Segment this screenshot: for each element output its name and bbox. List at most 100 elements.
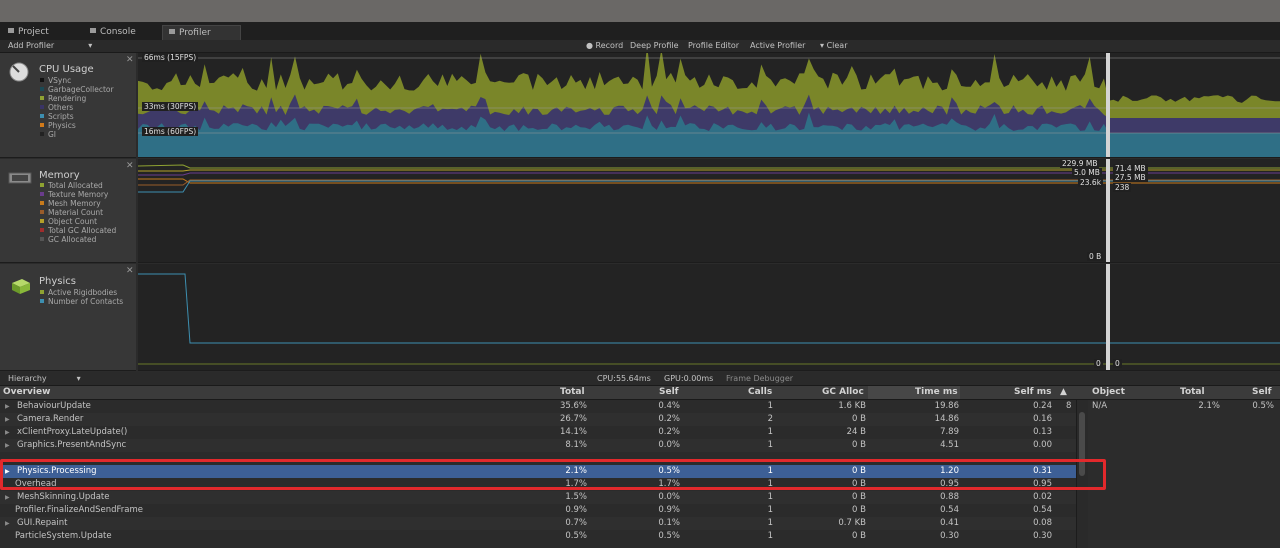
row-total: 0.5% [565, 531, 587, 541]
physics-line-chart [138, 264, 1280, 370]
legend-swatch [40, 228, 44, 232]
row-extra: 8 [1066, 401, 1072, 411]
table-row[interactable]: ▶ GUI.Repaint 0.7% 0.1% 1 0.7 KB 0.41 0.08 [0, 517, 1076, 530]
sort-ascending-icon[interactable]: ▲ [1060, 387, 1067, 397]
close-icon[interactable]: ✕ [126, 266, 134, 276]
clear-button[interactable]: ▾ Clear [820, 41, 847, 50]
table-row[interactable]: ▶ xClientProxy.LateUpdate() 14.1% 0.2% 1 24 B… [0, 426, 1076, 439]
record-button[interactable]: ● Record [586, 41, 623, 50]
legend-item[interactable]: Physics [40, 121, 114, 130]
row-gc: 0.7 KB [838, 518, 866, 528]
legend-item[interactable]: Material Count [40, 208, 116, 217]
legend-item[interactable]: Texture Memory [40, 190, 116, 199]
legend-item[interactable]: Others [40, 103, 114, 112]
legend-item[interactable]: Active Rigidbodies [40, 288, 123, 297]
selection-highlight-box [0, 459, 1106, 490]
legend-item[interactable]: Total GC Allocated [40, 226, 116, 235]
expand-arrow-icon[interactable]: ▶ [5, 491, 10, 504]
table-row[interactable]: ▶ BehaviourUpdate 35.6% 0.4% 1 1.6 KB 19.86 0.2… [0, 400, 1076, 413]
folder-icon [8, 28, 14, 33]
chevron-down-icon: ▾ [88, 41, 93, 50]
tab-profiler[interactable]: Profiler [162, 25, 241, 40]
cpu-usage-panel[interactable]: CPU Usage ✕ VSync GarbageCollector Renderi… [0, 53, 136, 158]
row-time: 0.88 [940, 492, 959, 502]
legend-swatch [40, 132, 44, 136]
column-overview[interactable]: Overview [3, 387, 50, 397]
legend-label: Active Rigidbodies [48, 288, 118, 297]
legend-item[interactable]: Total Allocated [40, 181, 116, 190]
active-profiler-dropdown[interactable]: Active Profiler [750, 41, 805, 50]
frame-debugger-button[interactable]: Frame Debugger [726, 374, 793, 383]
table-row[interactable]: ParticleSystem.Update 0.5% 0.5% 1 0 B 0.30 0.3… [0, 530, 1076, 543]
column-total[interactable]: Total [560, 387, 585, 397]
physics-panel[interactable]: Physics ✕ Active Rigidbodies Number of Co… [0, 264, 136, 371]
column-object-total[interactable]: Total [1180, 387, 1205, 397]
cpu-usage-graph[interactable]: 66ms (15FPS) 33ms (30FPS) 16ms (60FPS) [138, 53, 1280, 158]
row-selfms: 0.30 [1033, 531, 1052, 541]
legend-item[interactable]: Scripts [40, 112, 114, 121]
legend-label: Texture Memory [48, 190, 109, 199]
legend-item[interactable]: Number of Contacts [40, 297, 123, 306]
expand-arrow-icon[interactable]: ▶ [5, 400, 10, 413]
row-gc: 0 B [852, 531, 866, 541]
column-object-self[interactable]: Self [1252, 387, 1272, 397]
legend-swatch [40, 96, 44, 100]
hierarchy-header: Overview Total Self Calls GC Alloc Time … [0, 386, 1280, 400]
expand-arrow-icon[interactable]: ▶ [5, 439, 10, 452]
expand-arrow-icon[interactable]: ▶ [5, 517, 10, 530]
expand-arrow-icon[interactable]: ▶ [5, 413, 10, 426]
memory-value-texture: 5.0 MB [1072, 168, 1102, 177]
row-calls: 1 [767, 440, 773, 450]
table-row[interactable]: Profiler.FinalizeAndSendFrame 0.9% 0.9% 1 0 … [0, 504, 1076, 517]
row-name: MeshSkinning.Update [17, 492, 110, 502]
legend-swatch [40, 123, 44, 127]
legend-item[interactable]: GC Allocated [40, 235, 116, 244]
column-self-ms[interactable]: Self ms [1014, 387, 1051, 397]
physics-title: Physics [39, 276, 76, 287]
tab-console[interactable]: Console [84, 25, 136, 40]
close-icon[interactable]: ✕ [126, 55, 134, 65]
legend-item[interactable]: VSync [40, 76, 114, 85]
object-row[interactable]: N/A 2.1% 0.5% [1088, 400, 1280, 413]
column-gc-alloc[interactable]: GC Alloc [822, 387, 864, 397]
column-self[interactable]: Self [659, 387, 679, 397]
deep-profile-button[interactable]: Deep Profile [630, 41, 679, 50]
profile-editor-button[interactable]: Profile Editor [688, 41, 739, 50]
memory-graph[interactable]: 229.9 MB 5.0 MB 23.6k 0 B 71.4 MB 27.5 M… [138, 159, 1280, 263]
cpu-legend: VSync GarbageCollector Rendering Others Scri… [40, 76, 114, 139]
cpu-area-chart [138, 53, 1280, 157]
tab-project[interactable]: Project [2, 25, 49, 40]
table-row[interactable]: ▶ Camera.Render 26.7% 0.2% 2 0 B 14.86 0.16 [0, 413, 1076, 426]
physics-graph[interactable]: 0 0 [138, 264, 1280, 371]
legend-item[interactable]: Rendering [40, 94, 114, 103]
row-gc: 0 B [852, 492, 866, 502]
table-row[interactable]: ▶ Graphics.PresentAndSync 8.1% 0.0% 1 0 B 4.51… [0, 439, 1076, 452]
column-object[interactable]: Object [1092, 387, 1125, 397]
legend-label: Physics [48, 121, 76, 130]
table-row[interactable]: ▶ MeshSkinning.Update 1.5% 0.0% 1 0 B 0.88 0.02 [0, 491, 1076, 504]
hierarchy-mode-dropdown[interactable]: Hierarchy ▾ [8, 374, 81, 383]
console-icon [90, 28, 96, 33]
memory-panel[interactable]: Memory ✕ Total Allocated Texture Memory Me… [0, 159, 136, 263]
legend-swatch [40, 87, 44, 91]
row-name: ParticleSystem.Update [15, 531, 112, 541]
legend-item[interactable]: GarbageCollector [40, 85, 114, 94]
memory-title: Memory [39, 170, 80, 181]
legend-swatch [40, 299, 44, 303]
legend-swatch [40, 219, 44, 223]
legend-item[interactable]: GI [40, 130, 114, 139]
row-name: Profiler.FinalizeAndSendFrame [15, 505, 143, 515]
column-time-ms-label: Time ms [915, 387, 958, 397]
close-icon[interactable]: ✕ [126, 161, 134, 171]
memory-chip-icon [8, 172, 32, 184]
add-profiler-dropdown[interactable]: Add Profiler ▾ [8, 41, 92, 50]
physics-value-left: 0 [1094, 359, 1103, 368]
legend-item[interactable]: Object Count [40, 217, 116, 226]
legend-item[interactable]: Mesh Memory [40, 199, 116, 208]
row-self: 0.2% [658, 427, 680, 437]
column-calls[interactable]: Calls [748, 387, 772, 397]
expand-arrow-icon[interactable]: ▶ [5, 426, 10, 439]
legend-label: Total Allocated [48, 181, 103, 190]
legend-label: GC Allocated [48, 235, 97, 244]
legend-swatch [40, 237, 44, 241]
